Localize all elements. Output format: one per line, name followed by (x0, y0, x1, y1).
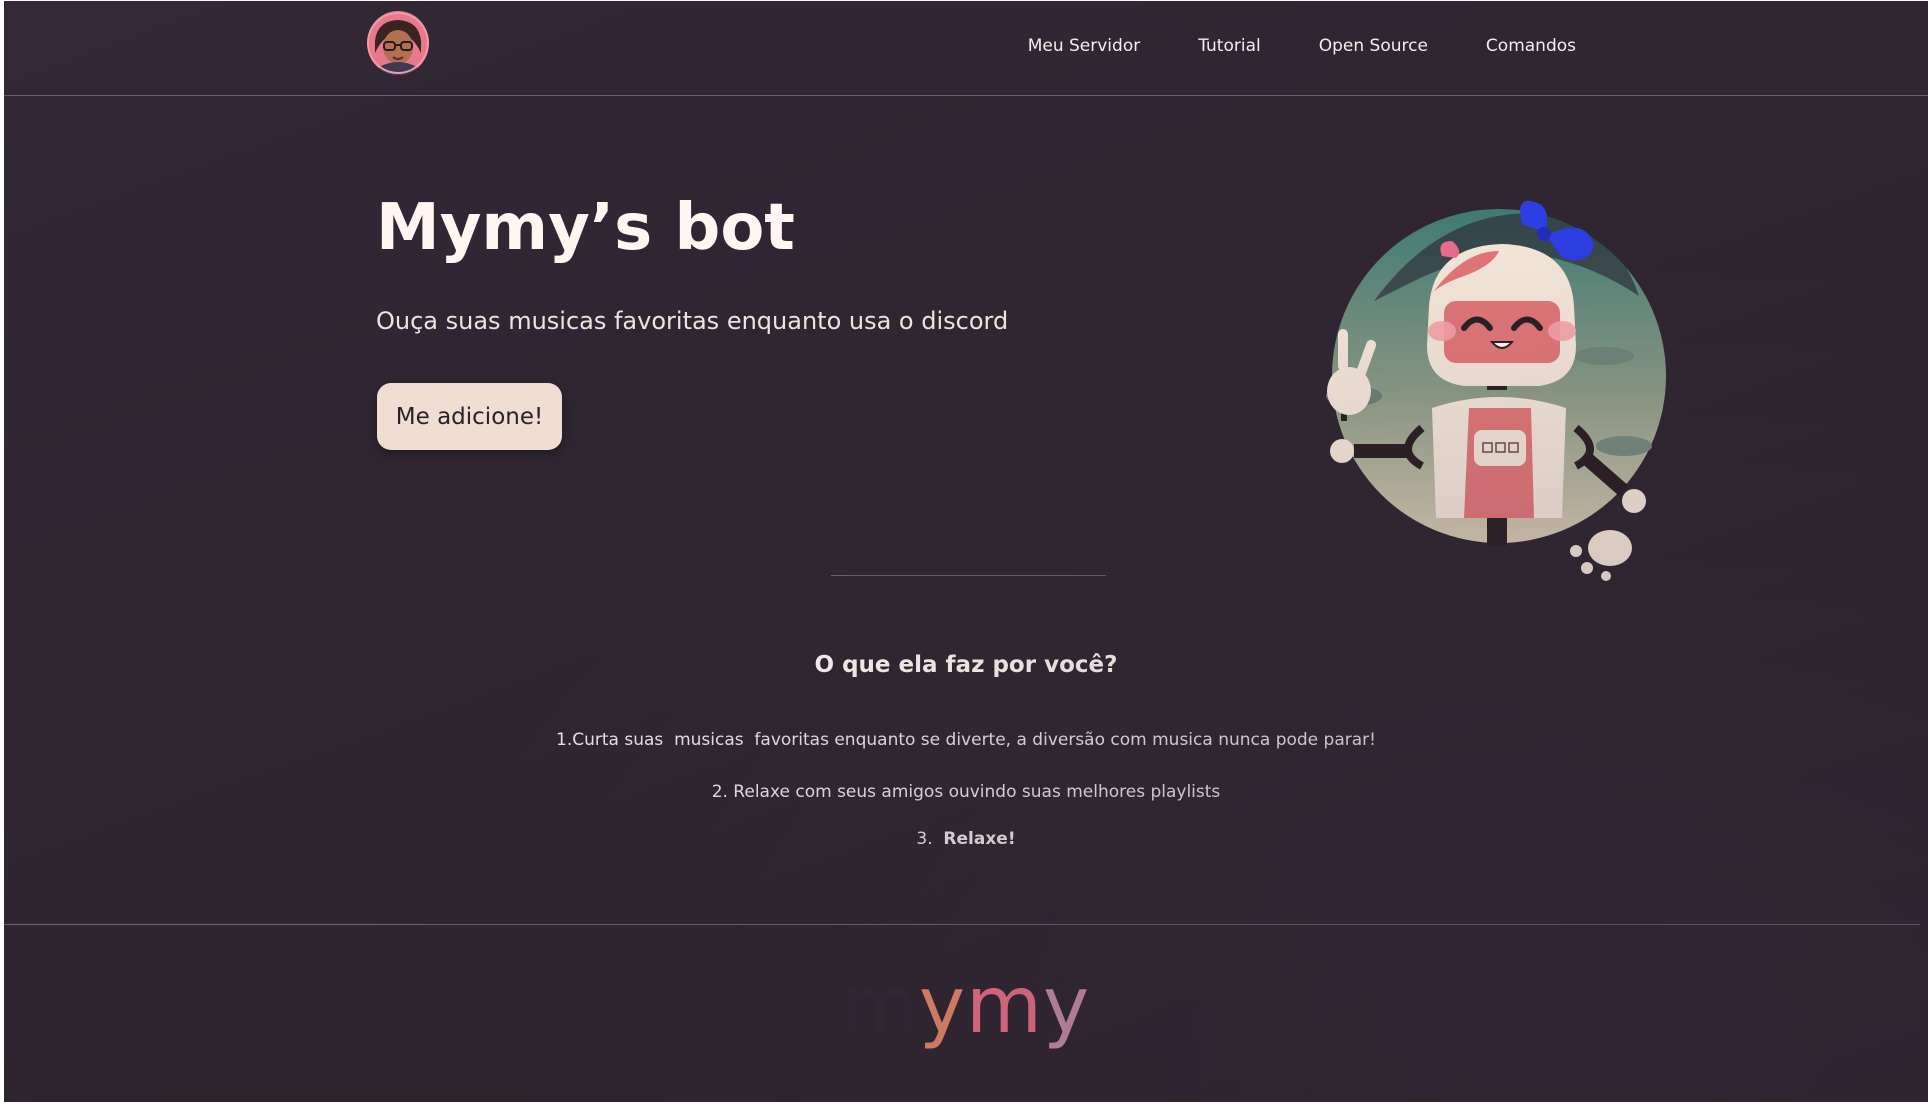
hero-title: Mymy’s bot (376, 191, 795, 265)
avatar-icon[interactable] (367, 11, 429, 75)
nav-link-comandos[interactable]: Comandos (1486, 36, 1576, 56)
features-title: O que ela faz por você? (814, 652, 1118, 678)
feature-item: 3. Relaxe! (4, 829, 1928, 849)
section-divider (831, 575, 1106, 576)
header: Meu Servidor Tutorial Open Source Comand… (4, 1, 1928, 96)
main-nav: Meu Servidor Tutorial Open Source Comand… (970, 36, 1576, 56)
footer-divider (4, 924, 1920, 925)
hero-subtitle: Ouça suas musicas favoritas enquanto usa… (376, 307, 1009, 335)
feature-item-bold: Relaxe! (943, 829, 1016, 849)
robot-illustration (1294, 196, 1694, 596)
feature-item-number: 3. (916, 829, 944, 849)
logo-letter: y (918, 961, 966, 1051)
nav-link-open-source[interactable]: Open Source (1319, 36, 1428, 56)
page: Meu Servidor Tutorial Open Source Comand… (4, 1, 1928, 1102)
feature-item: 2. Relaxe com seus amigos ouvindo suas m… (711, 782, 1221, 802)
add-bot-button[interactable]: Me adicione! (377, 383, 562, 450)
footer-logo: mymy (4, 961, 1928, 1051)
nav-link-meu-servidor[interactable]: Meu Servidor (1028, 36, 1141, 56)
logo-letter: m (841, 961, 919, 1051)
logo-letter: y (1042, 961, 1091, 1051)
nav-link-tutorial[interactable]: Tutorial (1198, 36, 1261, 56)
feature-item: 1.Curta suas musicas favoritas enquanto … (556, 730, 1376, 750)
robot-icon (1326, 200, 1666, 581)
avatar-illustration (367, 12, 429, 75)
logo-letter: m (966, 961, 1043, 1051)
